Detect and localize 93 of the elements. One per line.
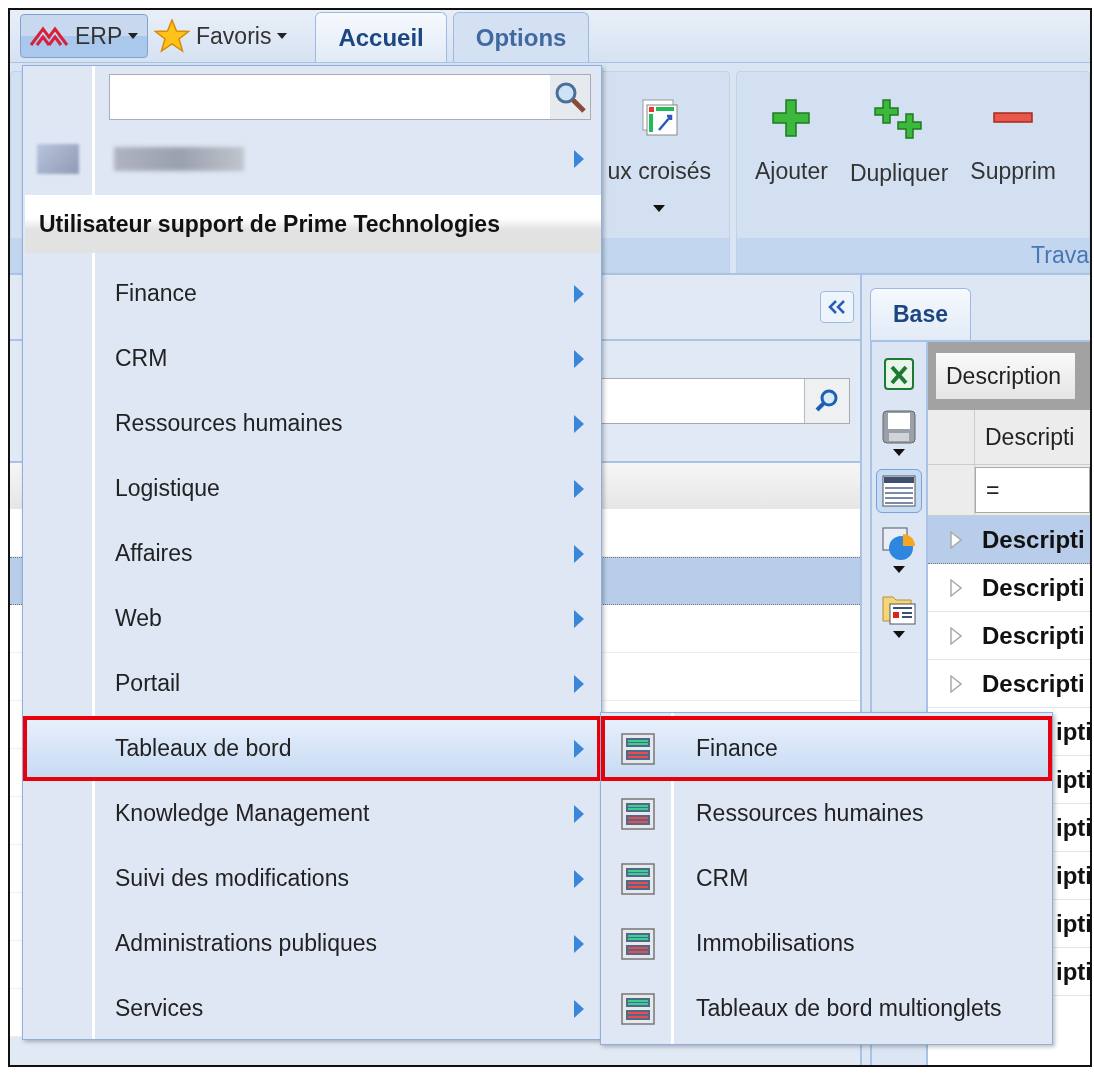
minus-icon (993, 112, 1034, 123)
submenu-arrow-icon (573, 998, 585, 1019)
menu-item[interactable]: Finance (23, 261, 601, 326)
submenu-arrow-icon (573, 933, 585, 954)
menu-item[interactable]: Tableaux de bord multionglets (601, 976, 1052, 1041)
toolbar-button[interactable] (876, 469, 922, 513)
caret-icon (128, 33, 139, 39)
caret-icon (893, 566, 905, 573)
panel-tab[interactable]: Base (870, 288, 971, 340)
submenu-arrow-icon (573, 868, 585, 889)
plus-icon (771, 98, 812, 138)
caret-icon (893, 631, 905, 638)
table-cell: Descripti (982, 669, 1085, 698)
menu-section-header: Utilisateur support de Prime Technologies (25, 195, 601, 253)
pivot-table-icon (639, 98, 680, 138)
table-row[interactable]: ipti (1054, 900, 1090, 948)
menu-item[interactable]: Logistique (23, 456, 601, 521)
expand-arrow-icon (950, 578, 962, 597)
table-row[interactable]: ipti (1054, 948, 1090, 996)
submenu-arrow-icon (573, 283, 585, 304)
pie-chart-icon (881, 526, 917, 562)
submenu-arrow-icon (573, 348, 585, 369)
caret-icon (893, 449, 905, 456)
table-cell: ipti (1056, 717, 1090, 746)
ribbon-button[interactable]: Dupliquer (843, 90, 955, 195)
menu-item[interactable]: Finance (601, 716, 1052, 781)
search-icon[interactable] (550, 75, 590, 119)
ribbon-tab[interactable]: Options (452, 12, 590, 62)
menu-item[interactable]: Web (23, 586, 601, 651)
menu-item[interactable]: Immobilisations (601, 911, 1052, 976)
caret-icon (277, 33, 288, 39)
dashboard-icon (621, 797, 655, 830)
menu-item[interactable]: Affaires (23, 521, 601, 586)
menu-item[interactable]: Portail (23, 651, 601, 716)
dashboard-icon (621, 862, 655, 895)
star-icon (154, 19, 190, 53)
table-cell: ipti (1056, 765, 1090, 794)
submenu-arrow-icon (573, 413, 585, 434)
search-icon[interactable] (804, 379, 849, 423)
erp-menu-button[interactable]: ERP (20, 14, 148, 58)
menu-item[interactable]: CRM (601, 846, 1052, 911)
ribbon-button[interactable]: Ajouter (749, 90, 834, 193)
search-field[interactable] (109, 74, 591, 120)
table-row[interactable]: ipti (1054, 804, 1090, 852)
table-cell: Descripti (982, 621, 1085, 650)
table-cell: Descripti (982, 525, 1085, 554)
menu-item[interactable]: Ressources humaines (601, 781, 1052, 846)
expand-arrow-icon (950, 674, 962, 693)
table-cell: ipti (1056, 909, 1090, 938)
submenu-arrow-icon (573, 738, 585, 759)
submenu-arrow-icon (573, 673, 585, 694)
caret-icon (653, 205, 666, 212)
table-cell: ipti (1056, 861, 1090, 890)
menu-item[interactable]: Services (23, 976, 601, 1041)
table-row[interactable]: ipti (1054, 852, 1090, 900)
table-row[interactable]: Descripti (928, 516, 1090, 564)
table-row[interactable]: Descripti (928, 660, 1090, 708)
dashboard-icon (621, 992, 655, 1025)
table-cell: ipti (1056, 957, 1090, 986)
blurred-avatar-placeholder (37, 144, 79, 174)
menu-item[interactable]: Administrations publiques (23, 911, 601, 976)
menu-item[interactable]: CRM (23, 326, 601, 391)
dashboard-icon (621, 927, 655, 960)
group-by-chip[interactable]: Description (936, 353, 1076, 399)
menu-item[interactable]: Tableaux de bord (23, 716, 601, 781)
table-row[interactable]: Descripti (928, 612, 1090, 660)
submenu-arrow-icon (573, 543, 585, 564)
filter-field[interactable]: = (975, 467, 1090, 513)
group-label: Trava (1031, 241, 1089, 269)
menu-item[interactable]: Ressources humaines (23, 391, 601, 456)
submenu-arrow-icon (573, 149, 585, 169)
table-row[interactable]: ipti (1054, 756, 1090, 804)
collapse-button[interactable] (820, 291, 854, 323)
dashboard-icon (621, 732, 655, 765)
expand-arrow-icon (950, 626, 962, 645)
favorites-button[interactable]: Favoris (154, 14, 298, 58)
double-chevron-left-icon (828, 300, 846, 314)
table-cell: Descripti (982, 573, 1085, 602)
table-view-icon (881, 474, 917, 508)
ribbon-tab[interactable]: Accueil (315, 12, 447, 62)
expand-arrow-icon (950, 530, 962, 549)
table-row[interactable]: ipti (1054, 708, 1090, 756)
ribbon-button[interactable]: ux croisés (601, 90, 717, 220)
submenu-arrow-icon (573, 478, 585, 499)
table-row[interactable]: Descripti (928, 564, 1090, 612)
submenu-arrow-icon (573, 608, 585, 629)
mountain-logo-icon (29, 25, 69, 47)
submenu-arrow-icon (573, 803, 585, 824)
spreadsheet-icon (882, 357, 916, 391)
menu-item[interactable]: Suivi des modifications (23, 846, 601, 911)
menu-item[interactable]: Knowledge Management (23, 781, 601, 846)
table-cell: ipti (1056, 813, 1090, 842)
ribbon-button[interactable]: Supprim (964, 90, 1062, 193)
